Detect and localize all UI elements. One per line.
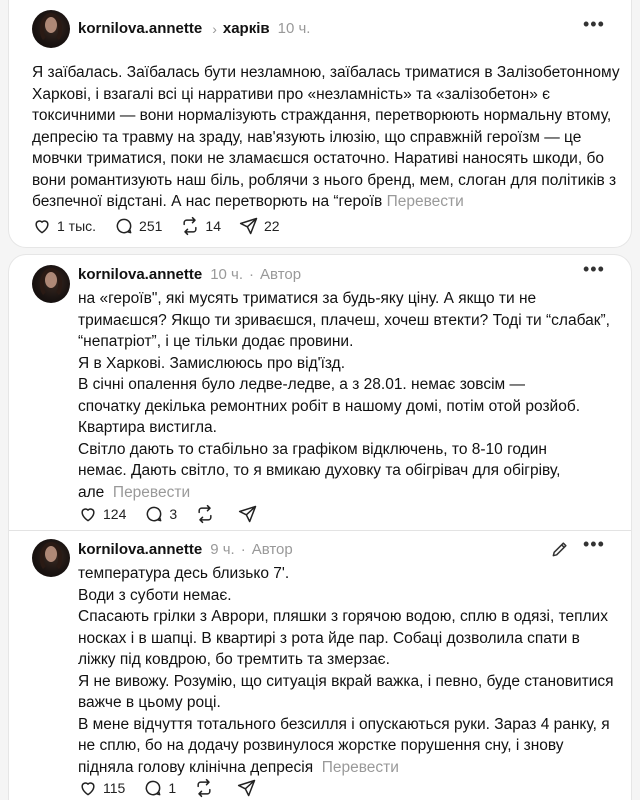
post-actions: 1 тыс. 251 14 22 — [32, 216, 298, 236]
separator-dot: · — [240, 541, 246, 558]
text-line: ліжку під ковдрою, бо тремтить та змерза… — [78, 651, 390, 668]
text-line: спочатку декілька ремонтних робіт в нашо… — [78, 397, 581, 415]
comment-count: 3 — [169, 506, 178, 522]
text-line: не сплю, бо на додачу розвинулося жорстк… — [78, 737, 564, 754]
share-button[interactable] — [237, 778, 262, 798]
text-line: мовчки триматися, поки не зламаєшся оста… — [32, 150, 604, 167]
text-line: носках і в шапці. В квартирі з рота йде … — [78, 629, 580, 647]
more-options-icon[interactable]: ••• — [583, 534, 605, 555]
reply-text: на «героїв", які мусять триматися за буд… — [78, 288, 626, 503]
text-line: “непатріот”, і це тільки додає провини. — [78, 333, 354, 350]
text-line: депресію та травму на зраду, нав'язують … — [32, 128, 582, 146]
heart-icon — [81, 782, 95, 796]
username[interactable]: kornilova.annette — [78, 541, 202, 558]
comment-button[interactable]: 251 — [114, 216, 162, 236]
text-line: немає. Дають світло, то я вмикаю духовку… — [78, 462, 561, 479]
text-line: Харкові, і взагалі всі ці нарративи про … — [32, 85, 551, 103]
send-icon — [238, 779, 256, 797]
share-button[interactable]: 22 — [239, 216, 280, 236]
comment-button[interactable]: 1 — [143, 778, 176, 798]
post-header: kornilova.annette › харків 10 ч. — [78, 20, 310, 37]
post-card: kornilova.annette › харків 10 ч. ••• Я з… — [8, 0, 632, 248]
post-text: Я заїбалась. Заїбалась бути незламною, з… — [32, 62, 622, 213]
location-tag[interactable]: харків — [223, 20, 270, 37]
like-button[interactable]: 124 — [78, 504, 126, 524]
timestamp: 10 ч. — [210, 266, 244, 283]
username[interactable]: kornilova.annette — [78, 20, 202, 37]
reply-header: kornilova.annette 10 ч. · Автор — [78, 266, 301, 283]
text-line: Спасають грілки з Аврори, пляшки з горяч… — [78, 608, 608, 625]
separator-dot: · — [249, 266, 255, 283]
reply-actions: 124 3 — [78, 504, 281, 524]
repost-button[interactable]: 14 — [180, 216, 221, 236]
text-line: температура десь близько 7'. — [78, 565, 290, 582]
heart-icon — [81, 508, 95, 522]
text-line: В січні опалення було ледве-ледве, а з 2… — [78, 376, 525, 393]
text-line: тримаєшся? Якщо ти зриваєшся, плачеш, хо… — [78, 311, 610, 329]
text-line: на «героїв", які мусять триматися за буд… — [78, 290, 537, 307]
repost-button[interactable] — [194, 778, 219, 798]
repost-icon — [197, 778, 211, 798]
text-line: Я в Харкові. Замислююсь про від'їзд. — [78, 354, 346, 372]
comment-count: 1 — [168, 780, 177, 796]
like-count: 1 тыс. — [57, 218, 97, 234]
avatar[interactable] — [32, 539, 70, 577]
text-line: вони романтизують наш біль, роблячи з нь… — [32, 171, 617, 189]
avatar[interactable] — [32, 10, 70, 48]
username[interactable]: kornilova.annette — [78, 266, 202, 283]
text-line: але — [78, 483, 105, 501]
comment-icon — [146, 506, 162, 522]
like-button[interactable]: 1 тыс. — [32, 216, 96, 236]
share-button[interactable] — [238, 504, 263, 524]
translate-link[interactable]: Перевести — [387, 193, 464, 210]
send-icon — [239, 505, 257, 523]
repost-icon — [198, 504, 212, 524]
like-count: 115 — [103, 780, 126, 796]
author-badge: Автор — [260, 266, 302, 283]
share-count: 22 — [263, 218, 280, 234]
like-count: 124 — [103, 506, 127, 522]
author-badge: Автор — [251, 541, 293, 558]
chevron-right-icon: › — [212, 20, 217, 37]
text-line: Світло дають то стабільно за графіком ві… — [78, 440, 547, 458]
reply-header: kornilova.annette 9 ч. · Автор — [78, 541, 293, 558]
text-line: токсичними — вони нормалізують стражданн… — [32, 107, 612, 124]
repost-button[interactable] — [195, 504, 220, 524]
translate-link[interactable]: Перевести — [322, 759, 399, 776]
reply-text: температура десь близько 7'. Води з субо… — [78, 563, 626, 778]
heart-icon — [35, 220, 49, 234]
more-options-icon[interactable]: ••• — [583, 259, 605, 280]
comment-icon — [116, 218, 132, 234]
text-line: безпечної відстані. А нас перетворють на… — [32, 193, 383, 210]
comment-count: 251 — [139, 218, 163, 234]
text-line: Квартира вистигла. — [78, 419, 217, 436]
text-line: підняла голову клінічна депресія — [78, 758, 314, 776]
repost-count: 14 — [205, 218, 221, 234]
replies-card: kornilova.annette 10 ч. · Автор ••• на «… — [8, 254, 632, 800]
more-options-icon[interactable]: ••• — [583, 14, 605, 35]
like-button[interactable]: 115 — [78, 778, 125, 798]
timestamp: 10 ч. — [277, 20, 311, 37]
text-line: Води з суботи немає. — [78, 586, 232, 604]
divider — [9, 530, 631, 531]
pencil-icon[interactable] — [550, 539, 570, 559]
translate-link[interactable]: Перевести — [113, 484, 190, 501]
send-icon — [239, 217, 258, 235]
avatar[interactable] — [32, 265, 70, 303]
text-line: В мене відчуття тотального безсилля і оп… — [78, 715, 610, 733]
repost-icon — [183, 216, 197, 236]
text-line: Я не вивожу. Розумію, що ситуація вкрай … — [78, 672, 614, 690]
reply-actions: 115 1 — [78, 778, 280, 798]
comment-icon — [145, 780, 161, 796]
text-line: Я заїбалась. Заїбалась бути незламною, з… — [32, 64, 620, 81]
text-line: важче в цьому році. — [78, 694, 221, 711]
timestamp: 9 ч. — [210, 541, 235, 558]
comment-button[interactable]: 3 — [144, 504, 177, 524]
